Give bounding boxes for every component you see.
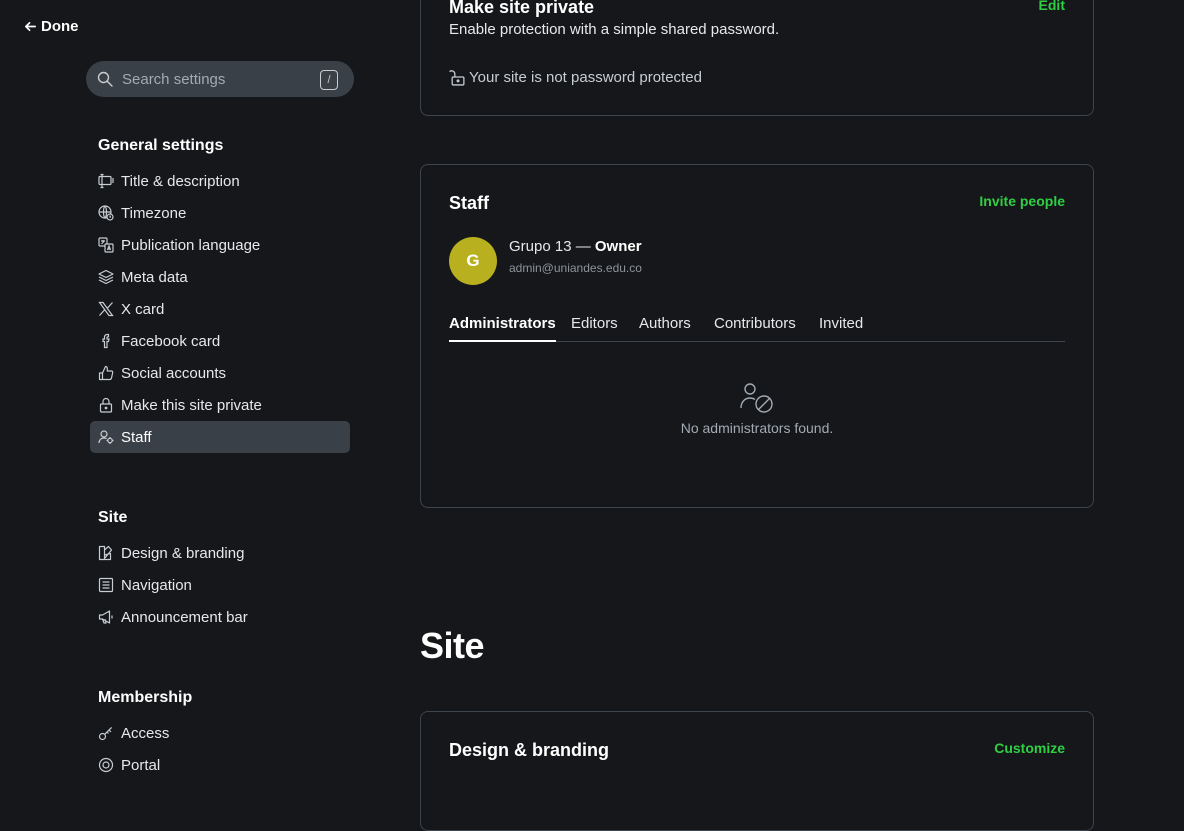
- private-site-edit-button[interactable]: Edit: [1039, 0, 1065, 13]
- navigation-icon: [98, 577, 114, 593]
- password-status: Your site is not password protected: [449, 67, 702, 87]
- sidebar-item-publication-language[interactable]: Publication language: [90, 229, 350, 261]
- tab-invited[interactable]: Invited: [819, 315, 863, 342]
- section-title-site: Site: [420, 625, 485, 666]
- search-box[interactable]: /: [86, 61, 354, 97]
- design-branding-card: [420, 711, 1094, 831]
- sidebar-item-timezone[interactable]: Timezone: [90, 197, 350, 229]
- sidebar-item-label: Social accounts: [121, 364, 227, 382]
- sidebar-item-announcement-bar[interactable]: Announcement bar: [90, 601, 350, 633]
- staff-icon: [98, 429, 114, 445]
- facebook-icon: [98, 333, 114, 349]
- x-logo-icon: [98, 301, 114, 317]
- sidebar-item-navigation[interactable]: Navigation: [90, 569, 350, 601]
- staff-title: Staff: [449, 193, 489, 213]
- sidebar-item-access[interactable]: Access: [90, 717, 350, 749]
- thumbs-up-icon: [98, 365, 114, 381]
- search-icon: [97, 71, 113, 87]
- sidebar-item-label: Timezone: [121, 204, 187, 222]
- megaphone-icon: [98, 609, 114, 625]
- paintbrush-icon: [98, 545, 114, 561]
- nav-heading-membership: Membership: [98, 689, 193, 706]
- sidebar-item-label: Design & branding: [121, 544, 245, 562]
- tab-contributors[interactable]: Contributors: [714, 315, 796, 342]
- avatar: G: [449, 237, 497, 285]
- globe-icon: [98, 205, 114, 221]
- sidebar-item-label: Announcement bar: [121, 608, 248, 626]
- sidebar-item-social-accounts[interactable]: Social accounts: [90, 357, 350, 389]
- sidebar-item-label: Navigation: [121, 576, 192, 594]
- arrow-left-icon: [25, 21, 36, 31]
- no-user-icon: [740, 383, 773, 413]
- sidebar-item-facebook-card[interactable]: Facebook card: [90, 325, 350, 357]
- layers-icon: [98, 269, 114, 285]
- owner-role: Owner: [594, 238, 642, 255]
- sidebar-item-portal[interactable]: Portal: [90, 749, 350, 781]
- done-button[interactable]: Done: [24, 16, 79, 36]
- portal-icon: [98, 757, 114, 773]
- sidebar-item-title-description[interactable]: Title & description: [90, 165, 350, 197]
- key-icon: [98, 725, 114, 741]
- sidebar-item-x-card[interactable]: X card: [90, 293, 350, 325]
- owner-separator: —: [571, 238, 595, 255]
- lock-icon: [98, 397, 114, 413]
- language-icon: [98, 237, 114, 253]
- password-status-text: Your site is not password protected: [469, 68, 702, 86]
- sidebar-item-design-branding[interactable]: Design & branding: [90, 537, 350, 569]
- sidebar-item-label: Publication language: [121, 236, 261, 254]
- owner-email: admin@uniandes.edu.co: [509, 261, 642, 275]
- tab-authors[interactable]: Authors: [639, 315, 691, 342]
- private-site-description: Enable protection with a simple shared p…: [449, 21, 780, 38]
- sidebar-item-meta-data[interactable]: Meta data: [90, 261, 350, 293]
- sidebar-item-label: Staff: [121, 428, 152, 446]
- sidebar-item-label: Facebook card: [121, 332, 221, 350]
- search-shortcut-hint: /: [320, 70, 338, 90]
- sidebar-item-staff[interactable]: Staff: [90, 421, 350, 453]
- sidebar-item-label: Portal: [121, 756, 161, 774]
- sidebar-item-label: Access: [121, 724, 170, 742]
- sidebar-item-label: X card: [121, 300, 165, 318]
- owner-name-line: Grupo 13 — Owner: [509, 238, 642, 255]
- private-site-title: Make site private: [449, 0, 595, 17]
- tab-administrators[interactable]: Administrators: [449, 315, 556, 342]
- sidebar-item-label: Meta data: [121, 268, 188, 286]
- owner-name: Grupo 13: [509, 238, 572, 255]
- empty-state-message: No administrators found.: [680, 420, 834, 436]
- staff-tabs: Administrators Editors Authors Contribut…: [449, 308, 1065, 342]
- invite-people-button[interactable]: Invite people: [979, 193, 1065, 209]
- sidebar-item-label: Make this site private: [121, 396, 262, 414]
- sidebar-item-make-site-private[interactable]: Make this site private: [90, 389, 350, 421]
- sidebar-item-label: Title & description: [121, 172, 240, 190]
- nav-heading-site: Site: [98, 509, 128, 526]
- search-input[interactable]: [120, 61, 310, 97]
- design-branding-title: Design & branding: [449, 740, 610, 760]
- done-label: Done: [41, 17, 79, 35]
- tab-editors[interactable]: Editors: [571, 315, 618, 342]
- customize-button[interactable]: Customize: [994, 740, 1065, 756]
- nav-heading-general-settings: General settings: [98, 137, 224, 154]
- unlocked-icon: [449, 69, 465, 86]
- title-icon: [98, 173, 114, 189]
